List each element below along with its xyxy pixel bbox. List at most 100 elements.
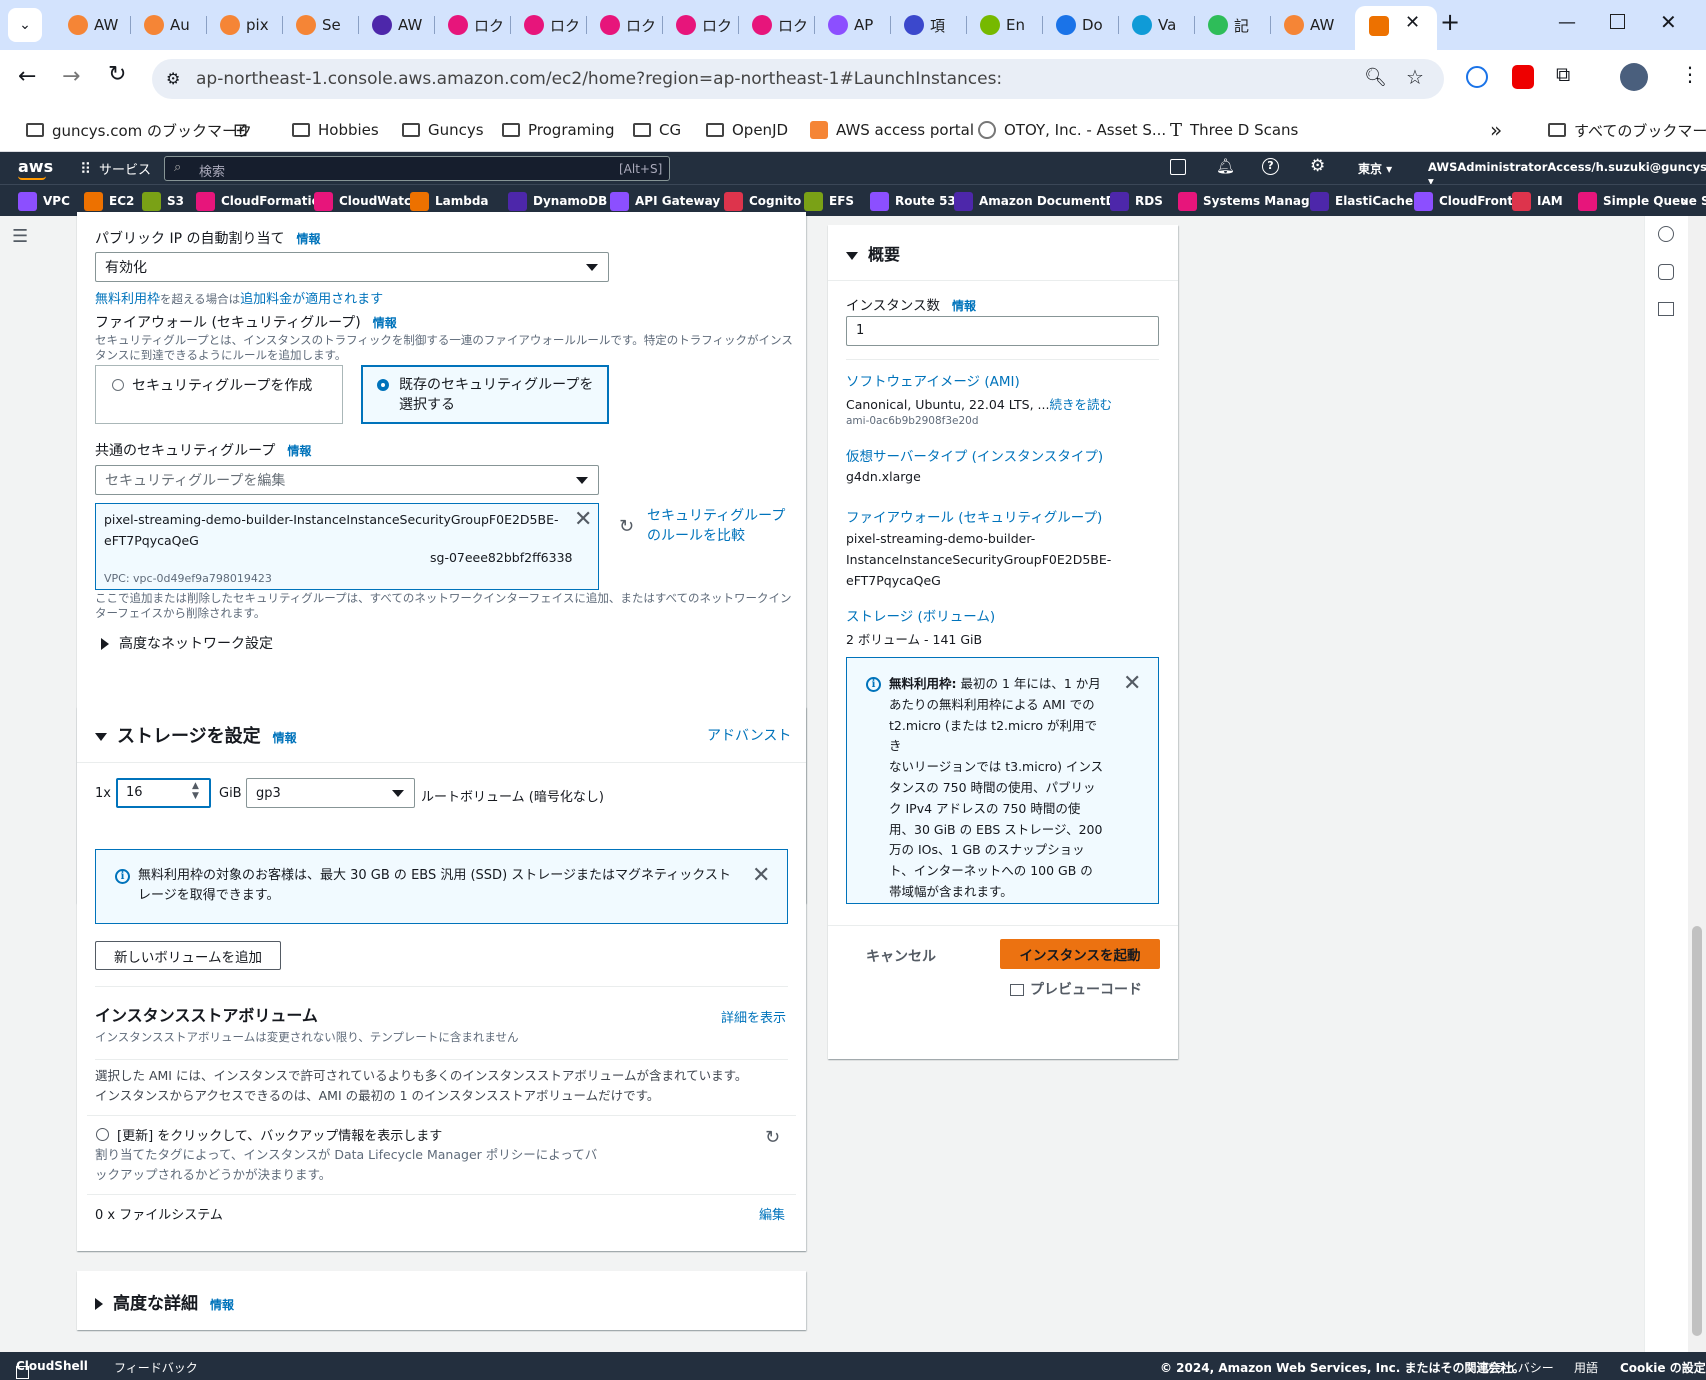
storage-link[interactable]: ストレージ (ボリューム): [846, 605, 995, 625]
cookie-link[interactable]: Cookie の設定: [1620, 1359, 1706, 1376]
reload-icon[interactable]: ↻: [108, 62, 126, 87]
info-link[interactable]: 情報: [210, 1298, 234, 1312]
browser-tab[interactable]: ロク: [740, 8, 808, 42]
bookmark-three-d-scans[interactable]: T Three D Scans: [1170, 118, 1298, 142]
search-input[interactable]: ⌕ 検索 [Alt+S]: [164, 156, 670, 181]
bookmark-folder-programing[interactable]: Programing: [502, 118, 614, 142]
service-shortcut[interactable]: CloudWatch: [314, 191, 420, 211]
advanced-network-toggle[interactable]: 高度なネットワーク設定: [101, 633, 273, 653]
additional-charges-link[interactable]: 追加料金が適用されます: [240, 292, 383, 307]
browser-tab[interactable]: Va: [1120, 8, 1176, 42]
bookmark-folder-cg[interactable]: CG: [633, 118, 681, 142]
browser-tab[interactable]: ロク: [664, 8, 732, 42]
scroll-right-icon[interactable]: ›: [1682, 191, 1687, 211]
address-bar[interactable]: ⚙ ap-northeast-1.console.aws.amazon.com/…: [152, 59, 1444, 99]
feedback-link[interactable]: フィードバック: [114, 1359, 198, 1376]
browser-tab[interactable]: pix: [208, 8, 269, 42]
new-tab-button[interactable]: +: [1440, 8, 1460, 36]
create-sg-option[interactable]: セキュリティグループを作成: [95, 365, 343, 424]
advanced-link[interactable]: アドバンスト: [707, 725, 791, 745]
show-details-link[interactable]: 詳細を表示: [721, 1007, 786, 1026]
bookmark-star-icon[interactable]: ☆: [1406, 65, 1424, 89]
site-info-icon[interactable]: ⚙: [166, 69, 180, 88]
more-bookmarks-button[interactable]: »: [1490, 118, 1502, 142]
public-ip-select[interactable]: 有効化: [95, 252, 609, 282]
scrollbar-thumb[interactable]: [1692, 926, 1702, 1336]
stepper-icon[interactable]: ▲ ▼: [192, 781, 199, 801]
radio-unselected[interactable]: [112, 379, 124, 391]
browser-tab[interactable]: ロク: [436, 8, 504, 42]
info-link[interactable]: 情報: [373, 316, 397, 330]
service-shortcut[interactable]: DynamoDB: [508, 191, 607, 211]
feedback-icon[interactable]: [1658, 302, 1674, 316]
bookmark-aws-access-portal[interactable]: AWS access portal: [810, 118, 974, 142]
extensions-icon[interactable]: ⧉: [1556, 62, 1570, 86]
cloudshell-icon[interactable]: [1170, 159, 1186, 175]
region-selector[interactable]: 東京 ▾: [1358, 160, 1392, 177]
service-shortcut[interactable]: Route 53: [870, 191, 956, 211]
terms-link[interactable]: 用語: [1574, 1359, 1598, 1376]
launch-instance-button[interactable]: インスタンスを起動: [1000, 939, 1160, 969]
compare-sg-rules-link[interactable]: セキュリティグループ のルールを比較: [647, 506, 785, 546]
settings-icon[interactable]: ⚙: [1310, 156, 1325, 176]
info-link[interactable]: 情報: [273, 731, 297, 745]
menu-icon[interactable]: ⋮: [1680, 62, 1700, 86]
volume-type-select[interactable]: gp3: [246, 778, 415, 808]
bookmark-guncys[interactable]: guncys.com のブックマーク: [26, 118, 252, 142]
service-shortcut[interactable]: EFS: [804, 191, 854, 211]
help-icon[interactable]: ?: [1262, 158, 1279, 175]
info-panel-icon[interactable]: [1658, 226, 1674, 242]
browser-tab[interactable]: En: [968, 8, 1025, 42]
info-link[interactable]: 情報: [287, 444, 311, 458]
browser-tab[interactable]: 項: [892, 8, 945, 42]
add-volume-button[interactable]: 新しいボリュームを追加: [95, 941, 281, 970]
service-shortcut[interactable]: IAM: [1512, 191, 1563, 211]
edit-filesystems-link[interactable]: 編集: [759, 1204, 785, 1223]
service-shortcut[interactable]: Systems Manager: [1178, 191, 1324, 211]
service-shortcut[interactable]: Cognito: [724, 191, 801, 211]
info-link[interactable]: 情報: [952, 299, 976, 313]
advanced-details-panel[interactable]: 高度な詳細 情報: [77, 1271, 806, 1330]
side-nav-toggle-icon[interactable]: ☰: [12, 226, 28, 247]
summary-header[interactable]: 概要: [846, 241, 900, 265]
browser-tab[interactable]: ロク: [512, 8, 580, 42]
tab-search-button[interactable]: ⌄: [8, 8, 42, 42]
bookmark-folder-guncys[interactable]: Guncys: [402, 118, 484, 142]
zoom-icon[interactable]: 🔍︎: [1364, 67, 1387, 88]
dismiss-alert-icon[interactable]: ✕: [752, 865, 770, 887]
apps-grid-icon[interactable]: ⊞: [233, 118, 248, 142]
browser-tab[interactable]: 記: [1196, 8, 1249, 42]
browser-tab[interactable]: Au: [132, 8, 190, 42]
back-icon[interactable]: ←: [18, 64, 36, 89]
remove-sg-icon[interactable]: ✕: [574, 509, 592, 531]
bookmark-folder-openjd[interactable]: OpenJD: [706, 118, 788, 142]
browser-tab[interactable]: AW: [360, 8, 422, 42]
bookmark-folder-hobbies[interactable]: Hobbies: [292, 118, 379, 142]
browser-tab[interactable]: AW: [1272, 8, 1334, 42]
browser-tab[interactable]: Se: [284, 8, 341, 42]
service-shortcut[interactable]: Lambda: [410, 191, 489, 211]
service-shortcut[interactable]: ElastiCache: [1310, 191, 1413, 211]
services-menu[interactable]: ⠿ サービス: [80, 159, 151, 179]
service-shortcut[interactable]: EC2: [84, 191, 134, 211]
info-link[interactable]: 情報: [296, 232, 320, 246]
storage-header[interactable]: ストレージを設定 情報: [95, 722, 297, 748]
cloudshell-link[interactable]: CloudShell: [16, 1359, 88, 1379]
ami-link[interactable]: ソフトウェアイメージ (AMI): [846, 370, 1020, 390]
service-shortcut[interactable]: Amazon DocumentDB: [954, 191, 1125, 211]
volume-size-input[interactable]: 16 ▲ ▼: [116, 778, 211, 808]
browser-tab[interactable]: Do: [1044, 8, 1103, 42]
close-window-icon[interactable]: ✕: [1660, 10, 1677, 34]
notifications-icon[interactable]: 🔔︎: [1216, 157, 1235, 175]
refresh-icon[interactable]: ↻: [619, 516, 634, 537]
instance-count-input[interactable]: 1: [846, 316, 1159, 346]
close-tab-icon[interactable]: ✕: [1405, 12, 1420, 33]
radio-selected[interactable]: [377, 379, 389, 391]
browser-tab[interactable]: AW: [56, 8, 118, 42]
maximize-icon[interactable]: [1610, 14, 1625, 29]
service-shortcut[interactable]: RDS: [1110, 191, 1163, 211]
cancel-button[interactable]: キャンセル: [866, 946, 936, 966]
browser-tab[interactable]: AP: [816, 8, 873, 42]
dismiss-alert-icon[interactable]: ✕: [1123, 673, 1141, 695]
service-shortcut[interactable]: CloudFront: [1414, 191, 1513, 211]
